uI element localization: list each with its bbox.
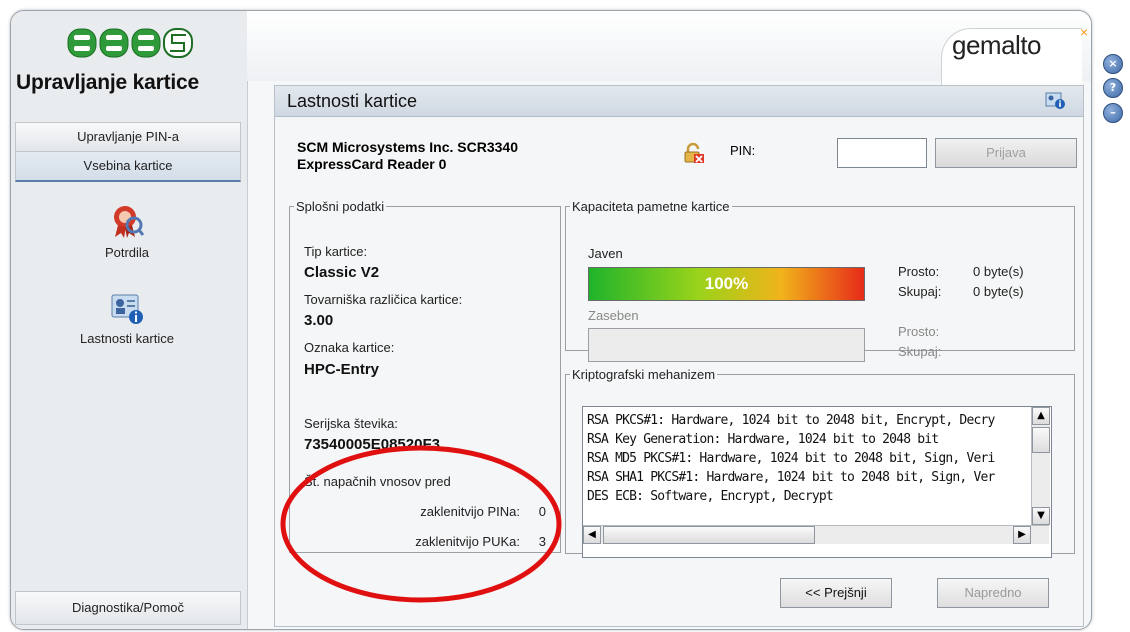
pin-input[interactable] xyxy=(837,138,927,168)
factory-version-value: 3.00 xyxy=(304,312,334,329)
crypto-mechanism-group: Kriptografski mehanizem RSA PKCS#1: Hard… xyxy=(565,367,1075,558)
sidebar-tab-pin-management[interactable]: Upravljanje PIN-a xyxy=(15,122,241,152)
lock-icon xyxy=(684,142,704,163)
card-properties-icon xyxy=(111,294,143,324)
panel-header: Lastnosti kartice xyxy=(275,86,1083,117)
card-info-icon[interactable] xyxy=(1045,90,1067,110)
sidebar-item-card-properties[interactable]: Lastnosti kartice xyxy=(15,291,239,371)
sidebar-item-certificates-label: Potrdila xyxy=(104,245,150,260)
previous-button[interactable]: << Prejšnji xyxy=(780,578,892,608)
card-tag-value: HPC-Entry xyxy=(304,361,380,378)
list-item[interactable]: RSA MD5 PKCS#1: Hardware, 1024 bit to 20… xyxy=(587,451,995,466)
card-type-value: Classic V2 xyxy=(304,264,380,281)
factory-version-label: Tovarniška različica kartice: xyxy=(304,292,463,307)
capacity-group: Kapaciteta pametne kartice Javen 100% Pr… xyxy=(565,199,1075,362)
annotation-ellipse xyxy=(280,445,562,603)
capacity-legend: Kapaciteta pametne kartice xyxy=(572,199,730,214)
public-free-label: Prosto: xyxy=(898,264,940,279)
public-free-value: 0 byte(s) xyxy=(973,264,1024,279)
scroll-right-icon[interactable]: ▶ xyxy=(1013,526,1031,544)
sidebar: Upravljanje kartice Upravljanje PIN-a Vs… xyxy=(11,11,248,629)
card-tag-label: Oznaka kartice: xyxy=(304,340,395,355)
private-total-label: Skupaj: xyxy=(898,344,942,359)
sidebar-item-certificates[interactable]: Potrdila xyxy=(15,203,239,283)
sidebar-tab-diagnostics-help[interactable]: Diagnostika/Pomoč xyxy=(15,591,241,625)
public-capacity-percent: 100% xyxy=(704,274,749,293)
zzzs-logo xyxy=(67,28,193,58)
public-total-label: Skupaj: xyxy=(898,284,942,299)
app-title: Upravljanje kartice xyxy=(16,71,199,94)
panel-title: Lastnosti kartice xyxy=(287,91,418,111)
public-total-value: 0 byte(s) xyxy=(973,284,1024,299)
crypto-mechanism-list[interactable]: RSA PKCS#1: Hardware, 1024 bit to 2048 b… xyxy=(582,406,1052,558)
card-reader-name: SCM Microsystems Inc. SCR3340 ExpressCar… xyxy=(297,139,518,172)
crypto-mechanism-legend: Kriptografski mehanizem xyxy=(572,367,716,382)
scroll-thumb[interactable]: · xyxy=(603,526,815,544)
private-free-label: Prosto: xyxy=(898,324,940,339)
advanced-button[interactable]: Napredno xyxy=(937,578,1049,608)
scroll-left-icon[interactable]: ◀ xyxy=(583,526,601,544)
sidebar-item-card-properties-label: Lastnosti kartice xyxy=(80,331,174,346)
list-item[interactable]: DES ECB: Software, Encrypt, Decrypt xyxy=(587,489,834,504)
sidebar-tab-card-content[interactable]: Vsebina kartice xyxy=(15,151,241,182)
public-label: Javen xyxy=(588,246,623,261)
serial-number-label: Serijska števika: xyxy=(304,416,398,431)
horizontal-scrollbar[interactable]: ◀ · ▶ xyxy=(583,525,1049,544)
scroll-down-icon[interactable]: ▼ xyxy=(1032,507,1050,525)
certificate-icon xyxy=(114,206,144,238)
card-type-label: Tip kartice: xyxy=(304,244,368,259)
public-capacity-bar: 100% xyxy=(588,267,865,301)
list-item[interactable]: RSA PKCS#1: Hardware, 1024 bit to 2048 b… xyxy=(587,413,995,428)
list-item[interactable]: RSA SHA1 PKCS#1: Hardware, 1024 bit to 2… xyxy=(587,470,995,485)
minimize-button[interactable]: – xyxy=(1103,103,1123,123)
login-button[interactable]: Prijava xyxy=(935,138,1077,168)
general-info-legend: Splošni podatki xyxy=(296,199,385,214)
private-capacity-bar xyxy=(588,328,865,362)
list-item[interactable]: RSA Key Generation: Hardware, 1024 bit t… xyxy=(587,432,939,447)
scroll-thumb[interactable]: · xyxy=(1032,427,1050,453)
gemalto-logo: gemalto xyxy=(952,30,1042,60)
vertical-scrollbar[interactable]: ▲ · ▼ xyxy=(1031,407,1050,525)
pin-label: PIN: xyxy=(730,143,756,158)
help-button[interactable]: ? xyxy=(1103,78,1123,98)
private-label: Zaseben xyxy=(588,308,639,323)
scroll-up-icon[interactable]: ▲ xyxy=(1032,407,1050,425)
close-button[interactable]: × xyxy=(1103,54,1123,74)
gemalto-star-icon: × xyxy=(1080,24,1089,40)
